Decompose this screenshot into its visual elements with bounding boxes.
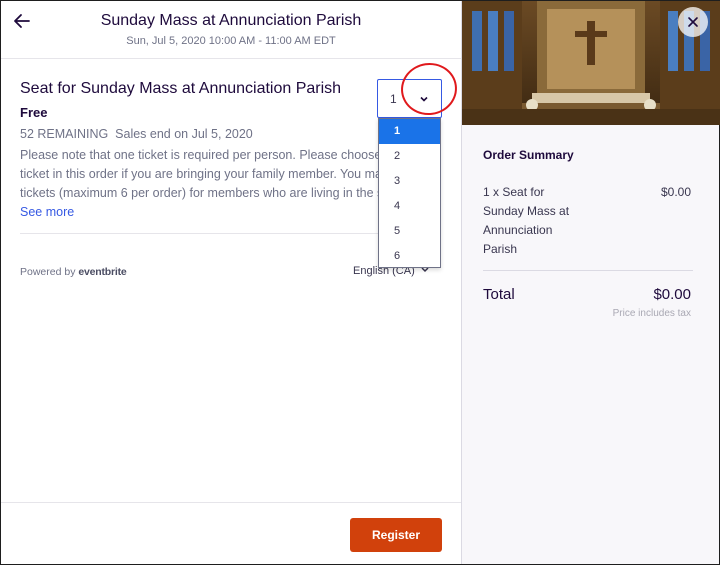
- event-image: [462, 1, 720, 125]
- ticket-description: Please note that one ticket is required …: [20, 146, 392, 203]
- divider: [483, 270, 693, 271]
- register-button[interactable]: Register: [350, 518, 442, 552]
- tax-note: Price includes tax: [612, 308, 691, 319]
- ticket-price: Free: [20, 105, 48, 120]
- description-line: Please note that one ticket is required …: [20, 148, 392, 162]
- order-line-price: $0.00: [660, 185, 691, 199]
- description-line: ticket in this order if you are bringing…: [20, 167, 389, 181]
- checkout-footer: Register: [1, 502, 461, 564]
- divider: [20, 233, 440, 234]
- quantity-option[interactable]: 2: [379, 144, 440, 169]
- quantity-option[interactable]: 5: [379, 219, 440, 244]
- quantity-option[interactable]: 3: [379, 169, 440, 194]
- order-summary-panel: Order Summary 1 x Seat for Sunday Mass a…: [461, 1, 720, 564]
- description-line: tickets (maximum 6 per order) for member…: [20, 186, 391, 200]
- order-line-item: 1 x Seat for Sunday Mass at Annunciation…: [483, 185, 570, 256]
- event-date: Sun, Jul 5, 2020 10:00 AM - 11:00 AM EDT: [126, 35, 336, 47]
- quantity-option[interactable]: 1: [379, 119, 440, 144]
- eventbrite-logo: eventbrite: [78, 266, 127, 278]
- ticket-name: Seat for Sunday Mass at Annunciation Par…: [20, 80, 342, 97]
- event-title: Sunday Mass at Annunciation Parish: [100, 12, 362, 29]
- checkout-header: Sunday Mass at Annunciation Parish Sun, …: [1, 1, 461, 59]
- total-value: $0.00: [653, 286, 691, 303]
- total-label: Total: [483, 286, 515, 303]
- ticket-remaining: 52 REMAINING Sales end on Jul 5, 2020: [20, 127, 253, 141]
- quantity-dropdown: 1 2 3 4 5 6: [378, 118, 441, 268]
- powered-by-label: Powered by: [20, 266, 76, 278]
- powered-by: Powered by eventbrite: [20, 266, 127, 278]
- close-button[interactable]: [678, 7, 708, 37]
- see-more-link[interactable]: See more: [20, 205, 74, 219]
- order-summary-title: Order Summary: [483, 148, 574, 162]
- quantity-option[interactable]: 4: [379, 194, 440, 219]
- checkout-panel: Sunday Mass at Annunciation Parish Sun, …: [1, 1, 461, 564]
- quantity-value: 1: [390, 92, 397, 106]
- quantity-option[interactable]: 6: [379, 244, 440, 269]
- close-icon: [688, 17, 698, 27]
